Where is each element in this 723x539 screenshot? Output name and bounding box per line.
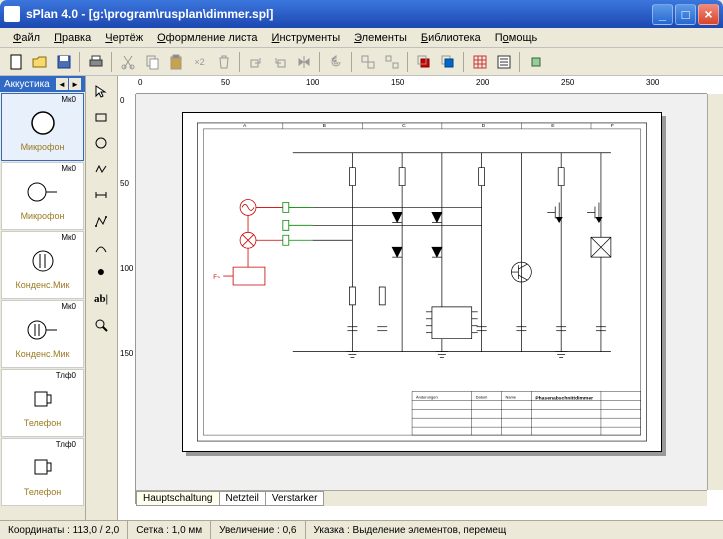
menu-file[interactable]: Файл: [6, 30, 47, 46]
app-icon: [4, 6, 20, 22]
svg-text:A: A: [243, 123, 247, 129]
condenser-mic-icon: [18, 243, 68, 279]
main-toolbar: ×2: [0, 48, 723, 76]
sheet-tab[interactable]: Verstarker: [265, 491, 325, 506]
horizontal-ruler: 0 50 100 150 200 250 300: [136, 76, 707, 94]
svg-text:F: F: [611, 123, 614, 129]
status-zoom: Увеличение : 0,6: [211, 521, 305, 539]
status-hint: Указка : Выделение элементов, перемещ: [306, 521, 723, 539]
palette-category-tab[interactable]: Аккустика ◄►: [0, 76, 85, 92]
svg-text:Name: Name: [506, 394, 517, 399]
menu-edit[interactable]: Правка: [47, 30, 98, 46]
sheet-tab[interactable]: Hauptschaltung: [136, 491, 220, 506]
sheet-tab[interactable]: Netzteil: [219, 491, 266, 506]
rotate-left-button[interactable]: [244, 51, 267, 73]
svg-text:B: B: [323, 123, 327, 129]
svg-text:C: C: [402, 123, 406, 129]
ungroup-button[interactable]: [380, 51, 403, 73]
menubar: Файл Правка Чертёж Оформление листа Инст…: [0, 28, 723, 48]
menu-layout[interactable]: Оформление листа: [150, 30, 264, 46]
component-button[interactable]: [524, 51, 547, 73]
palette-item[interactable]: Тлф0 Телефон: [1, 369, 84, 437]
svg-text:D: D: [482, 123, 486, 129]
rotate-right-button[interactable]: [268, 51, 291, 73]
print-button[interactable]: [84, 51, 107, 73]
component-palette: Аккустика ◄► Мк0 Микрофон Мк0 Микрофон М…: [0, 76, 86, 520]
statusbar: Координаты : 113,0 / 2,0 Сетка : 1,0 мм …: [0, 520, 723, 539]
palette-item[interactable]: Мк0 Конденс.Мик: [1, 300, 84, 368]
flip-h-button[interactable]: [292, 51, 315, 73]
cut-button[interactable]: [116, 51, 139, 73]
zoom-tool[interactable]: [88, 313, 114, 337]
polyline-tool[interactable]: [88, 209, 114, 233]
svg-text:F~: F~: [213, 275, 221, 281]
group-button[interactable]: [356, 51, 379, 73]
condenser-mic-icon: [18, 312, 68, 348]
delete-button[interactable]: [212, 51, 235, 73]
open-file-button[interactable]: [28, 51, 51, 73]
text-tool[interactable]: ab|: [88, 287, 114, 311]
minimize-button[interactable]: _: [652, 4, 673, 25]
circle-tool[interactable]: [88, 131, 114, 155]
microphone-icon: [18, 105, 68, 141]
menu-help[interactable]: Помощь: [488, 30, 545, 46]
svg-text:Phasenabschnittdimmer: Phasenabschnittdimmer: [535, 395, 593, 401]
grid-button[interactable]: [468, 51, 491, 73]
canvas-viewport[interactable]: A B C D E F F~: [136, 94, 707, 490]
copy-button[interactable]: [140, 51, 163, 73]
menu-drawing[interactable]: Чертёж: [98, 30, 150, 46]
svg-text:Änderungen: Änderungen: [416, 394, 438, 399]
schematic-drawing: A B C D E F F~: [183, 113, 661, 451]
phone-icon: [18, 381, 68, 417]
vertical-scrollbar[interactable]: [707, 94, 723, 490]
svg-text:E: E: [551, 123, 555, 129]
status-coords: Координаты : 113,0 / 2,0: [0, 521, 128, 539]
canvas-area: 0 50 100 150 200 250 300 0 50 100 150 A B…: [118, 76, 723, 520]
palette-item[interactable]: Тлф0 Телефон: [1, 438, 84, 506]
svg-text:Datum: Datum: [476, 394, 488, 399]
palette-category-label: Аккустика: [4, 79, 50, 90]
drawing-page: A B C D E F F~: [182, 112, 662, 452]
microphone-icon: [18, 174, 68, 210]
palette-item[interactable]: Мк0 Конденс.Мик: [1, 231, 84, 299]
rect-tool[interactable]: [88, 105, 114, 129]
paste-button[interactable]: [164, 51, 187, 73]
properties-button[interactable]: [492, 51, 515, 73]
main-area: Аккустика ◄► Мк0 Микрофон Мк0 Микрофон М…: [0, 76, 723, 520]
menu-instruments[interactable]: Инструменты: [265, 30, 348, 46]
new-file-button[interactable]: [4, 51, 27, 73]
send-back-button[interactable]: [436, 51, 459, 73]
undo-button[interactable]: [324, 51, 347, 73]
palette-next-button[interactable]: ►: [69, 78, 81, 90]
status-grid: Сетка : 1,0 мм: [128, 521, 211, 539]
phone-icon: [18, 450, 68, 486]
duplicate-button[interactable]: ×2: [188, 51, 211, 73]
save-file-button[interactable]: [52, 51, 75, 73]
menu-library[interactable]: Библиотека: [414, 30, 488, 46]
pointer-tool[interactable]: [88, 79, 114, 103]
maximize-button[interactable]: □: [675, 4, 696, 25]
titlebar: sPlan 4.0 - [g:\program\rusplan\dimmer.s…: [0, 0, 723, 28]
window-title: sPlan 4.0 - [g:\program\rusplan\dimmer.s…: [26, 7, 652, 21]
vertical-ruler: 0 50 100 150: [118, 94, 136, 504]
drawing-tools: ● ab|: [86, 76, 118, 520]
menu-elements[interactable]: Элементы: [347, 30, 414, 46]
node-tool[interactable]: ●: [88, 261, 114, 285]
palette-item[interactable]: Мк0 Микрофон: [1, 93, 84, 161]
palette-prev-button[interactable]: ◄: [56, 78, 68, 90]
zigzag-tool[interactable]: [88, 157, 114, 181]
line-tool[interactable]: [88, 183, 114, 207]
arc-tool[interactable]: [88, 235, 114, 259]
bring-front-button[interactable]: [412, 51, 435, 73]
palette-item[interactable]: Мк0 Микрофон: [1, 162, 84, 230]
sheet-tabs-area: Hauptschaltung Netzteil Verstarker: [136, 490, 707, 506]
close-button[interactable]: ×: [698, 4, 719, 25]
